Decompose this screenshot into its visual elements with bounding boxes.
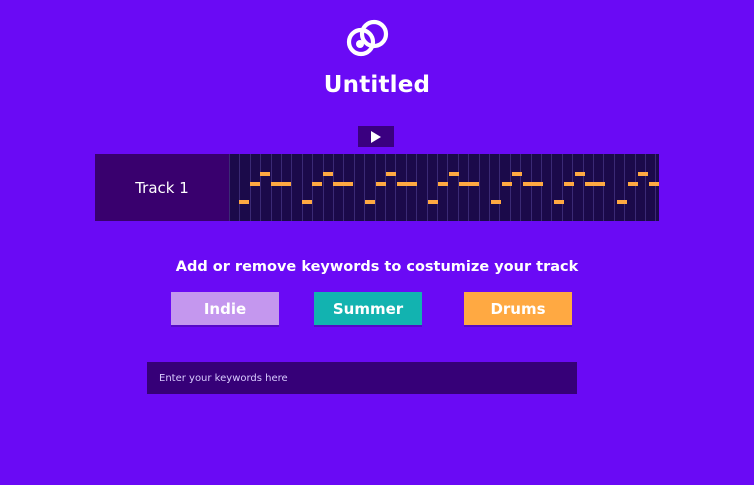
note-block [585, 182, 605, 186]
play-button[interactable] [358, 126, 394, 147]
track-label: Track 1 [95, 154, 229, 221]
note-block [386, 172, 396, 176]
piano-roll[interactable] [229, 154, 659, 221]
tag-indie[interactable]: Indie [171, 292, 279, 325]
track-row[interactable]: Track 1 [95, 154, 659, 221]
note-block [397, 182, 417, 186]
tag-drums[interactable]: Drums [464, 292, 572, 325]
page-title: Untitled [323, 72, 431, 98]
note-block [271, 182, 291, 186]
note-block [575, 172, 585, 176]
note-block [638, 172, 648, 176]
note-block [459, 182, 479, 186]
note-block [438, 182, 448, 186]
tag-indie-label: Indie [203, 299, 247, 318]
note-block [628, 182, 638, 186]
note-block [333, 182, 353, 186]
note-block [449, 172, 459, 176]
note-block [312, 182, 322, 186]
note-block [564, 182, 574, 186]
note-block [365, 200, 375, 204]
note-block [554, 200, 564, 204]
tag-summer-label: Summer [332, 299, 404, 318]
note-block [617, 200, 627, 204]
note-block [491, 200, 501, 204]
note-block [239, 200, 249, 204]
note-block [323, 172, 333, 176]
note-block [523, 182, 543, 186]
tag-drums-label: Drums [490, 299, 546, 318]
tag-summer[interactable]: Summer [314, 292, 422, 325]
app-logo-icon [346, 19, 389, 57]
note-block [512, 172, 522, 176]
note-block [376, 182, 386, 186]
keywords-input[interactable] [147, 362, 577, 394]
piano-roll-grid [229, 154, 659, 221]
note-block [502, 182, 512, 186]
note-block [649, 182, 659, 186]
keywords-hint: Add or remove keywords to costumize your… [175, 259, 579, 275]
play-icon [371, 130, 381, 143]
note-block [428, 200, 438, 204]
note-block [250, 182, 260, 186]
note-block [302, 200, 312, 204]
note-block [260, 172, 270, 176]
